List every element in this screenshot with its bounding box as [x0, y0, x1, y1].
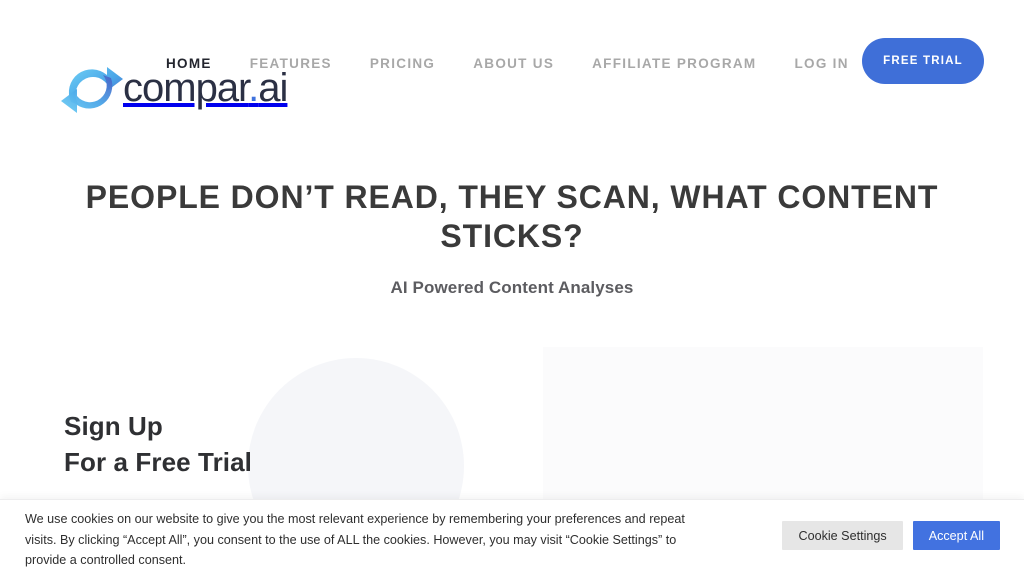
- brand-wordmark-suffix: ai: [258, 66, 288, 110]
- site-header: compar.ai HOME FEATURES PRICING ABOUT US…: [0, 0, 1024, 130]
- accept-all-cookies-button[interactable]: Accept All: [912, 521, 1000, 550]
- cookie-settings-button[interactable]: Cookie Settings: [782, 521, 903, 550]
- page-root: compar.ai HOME FEATURES PRICING ABOUT US…: [0, 0, 1024, 576]
- nav-item-features[interactable]: FEATURES: [250, 56, 332, 71]
- brand-wordmark: compar.ai: [123, 66, 288, 110]
- nav-item-affiliate-program[interactable]: AFFILIATE PROGRAM: [592, 56, 756, 71]
- nav-item-log-in[interactable]: LOG IN: [794, 56, 848, 71]
- signup-line-2: For a Free Trial: [64, 447, 253, 477]
- decor-panel: [543, 347, 983, 507]
- nav-item-home[interactable]: HOME: [166, 56, 212, 71]
- page-title: PEOPLE DON’T READ, THEY SCAN, WHAT CONTE…: [85, 179, 939, 254]
- nav-item-about-us[interactable]: ABOUT US: [473, 56, 554, 71]
- brand-wordmark-dot: .: [248, 66, 259, 110]
- hero-section: PEOPLE DON’T READ, THEY SCAN, WHAT CONTE…: [0, 178, 1024, 298]
- signup-line-1: Sign Up: [64, 411, 163, 441]
- cookie-consent-banner: We use cookies on our website to give yo…: [0, 499, 1024, 576]
- free-trial-button[interactable]: FREE TRIAL: [862, 38, 984, 84]
- main-navigation: HOME FEATURES PRICING ABOUT US AFFILIATE…: [166, 56, 887, 71]
- page-subtitle: AI Powered Content Analyses: [390, 278, 634, 297]
- signup-heading: Sign Up For a Free Trial: [64, 408, 252, 480]
- cookie-consent-actions: Cookie Settings Accept All: [782, 521, 1000, 550]
- brand-wordmark-main: compar: [123, 66, 249, 110]
- cookie-consent-message: We use cookies on our website to give yo…: [25, 512, 685, 567]
- nav-item-pricing[interactable]: PRICING: [370, 56, 435, 71]
- circular-arrows-icon: [55, 58, 129, 118]
